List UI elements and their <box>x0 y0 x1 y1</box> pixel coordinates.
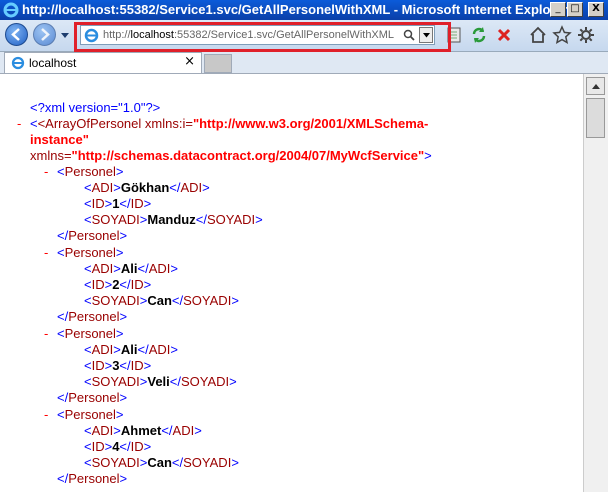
ie-tab-icon <box>11 56 25 70</box>
ie-icon <box>3 2 19 18</box>
address-highlight-box <box>74 22 451 52</box>
personel-close-tag: </Personel> <box>57 309 128 324</box>
collapse-toggle[interactable]: - <box>44 326 48 341</box>
adi-line: <ADI>Gökhan</ADI> <box>84 180 210 195</box>
tab-label: localhost <box>29 56 77 70</box>
forward-button[interactable] <box>33 23 56 46</box>
maximize-button[interactable]: □ <box>567 2 583 17</box>
id-line: <ID>4</ID> <box>84 439 152 454</box>
id-line: <ID>2</ID> <box>84 277 152 292</box>
home-icon[interactable] <box>528 25 548 45</box>
soyadi-value: Can <box>147 293 172 308</box>
minimize-button[interactable]: _ <box>550 2 566 17</box>
title-bar: http://localhost:55382/Service1.svc/GetA… <box>0 0 608 20</box>
id-line: <ID>1</ID> <box>84 196 152 211</box>
refresh-icon[interactable] <box>469 25 489 45</box>
soyadi-line: <SOYADI>Can</SOYADI> <box>84 293 239 308</box>
new-tab-button[interactable] <box>204 54 232 73</box>
root-ns-continuation: instance" <box>30 132 89 147</box>
adi-value: Ali <box>120 342 138 357</box>
personel-close-tag: </Personel> <box>57 390 128 405</box>
forward-icon <box>41 28 50 41</box>
xml-content: <?xml version="1.0"?> - <<ArrayOfPersone… <box>0 74 583 492</box>
collapse-toggle[interactable]: - <box>44 164 48 179</box>
personel-open-tag: <Personel> <box>57 245 124 260</box>
stop-icon[interactable] <box>494 25 514 45</box>
tab-close-icon[interactable]: × <box>184 54 195 69</box>
adi-line: <ADI>Ali</ADI> <box>84 342 178 357</box>
history-dropdown-icon[interactable] <box>61 33 69 39</box>
soyadi-line: <SOYADI>Can</SOYADI> <box>84 455 239 470</box>
collapse-toggle[interactable]: - <box>44 245 48 260</box>
window-title: http://localhost:55382/Service1.svc/GetA… <box>22 2 568 17</box>
back-icon <box>11 28 20 41</box>
collapse-toggle[interactable]: - <box>44 407 48 422</box>
back-button[interactable] <box>5 23 28 46</box>
soyadi-value: Can <box>147 455 172 470</box>
personel-close-tag: </Personel> <box>57 471 128 486</box>
adi-value: Ahmet <box>120 423 162 438</box>
soyadi-value: Manduz <box>147 212 196 227</box>
soyadi-line: <SOYADI>Veli</SOYADI> <box>84 374 237 389</box>
scroll-up-icon <box>592 84 600 89</box>
vertical-scrollbar[interactable] <box>583 74 608 492</box>
personel-open-tag: <Personel> <box>57 164 124 179</box>
personel-open-tag: <Personel> <box>57 407 124 422</box>
tools-icon[interactable] <box>576 25 596 45</box>
root-open-line: <<ArrayOfPersonel xmlns:i="http://www.w3… <box>30 116 429 131</box>
close-button[interactable]: X <box>588 2 604 17</box>
soyadi-line: <SOYADI>Manduz</SOYADI> <box>84 212 263 227</box>
favorites-icon[interactable] <box>552 25 572 45</box>
adi-line: <ADI>Ali</ADI> <box>84 261 178 276</box>
soyadi-value: Veli <box>147 374 170 389</box>
adi-value: Ali <box>120 261 138 276</box>
tab-localhost[interactable]: localhost × <box>4 52 202 73</box>
personel-open-tag: <Personel> <box>57 326 124 341</box>
scroll-up-button[interactable] <box>586 77 605 95</box>
scroll-thumb[interactable] <box>586 98 605 138</box>
root-xmlns-line: xmlns="http://schemas.datacontract.org/2… <box>30 148 432 163</box>
tab-strip: localhost × <box>0 52 608 74</box>
collapse-toggle[interactable]: - <box>17 116 21 131</box>
adi-line: <ADI>Ahmet</ADI> <box>84 423 202 438</box>
adi-value: Gökhan <box>120 180 170 195</box>
xml-declaration: <?xml version="1.0"?> <box>30 100 161 115</box>
id-line: <ID>3</ID> <box>84 358 152 373</box>
personel-close-tag: </Personel> <box>57 228 128 243</box>
